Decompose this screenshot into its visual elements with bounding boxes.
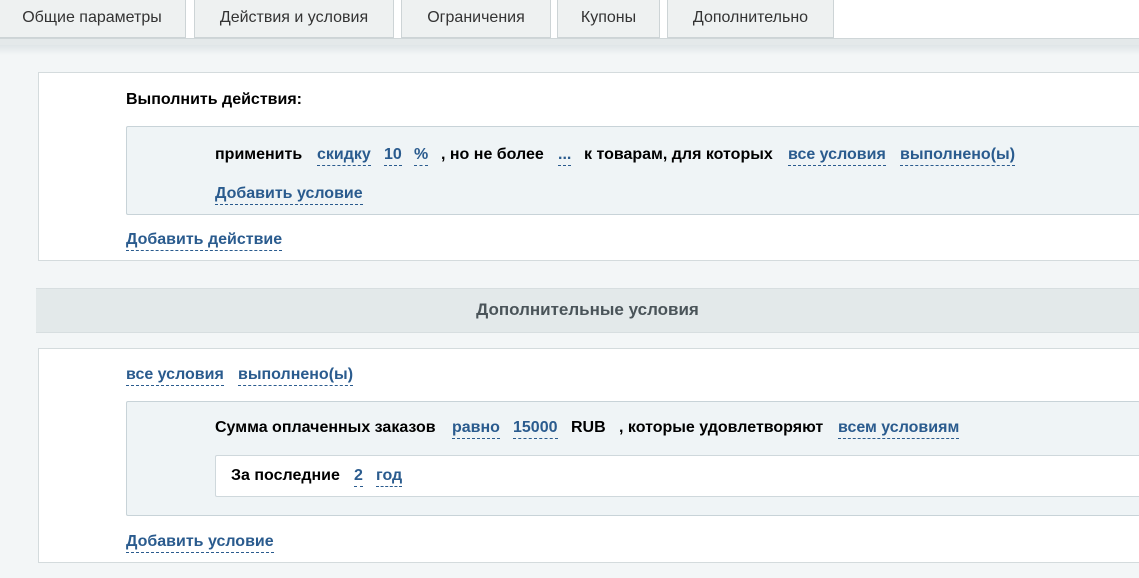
period-value-link[interactable]: 2 xyxy=(354,466,363,487)
extra-conditions-title: Дополнительные условия xyxy=(476,300,699,319)
not-more-label: , но не более xyxy=(441,146,544,163)
tab-restrictions[interactable]: Ограничения xyxy=(401,0,551,38)
tabs-shadow xyxy=(0,45,1139,55)
goods-scope-link[interactable]: все условия xyxy=(788,145,886,166)
tab-coupons-label: Купоны xyxy=(580,9,637,26)
apply-label: применить xyxy=(215,146,303,163)
action-rule-box: применить скидку 10 % , но не более ... … xyxy=(126,126,1139,215)
for-goods-label: к товарам, для которых xyxy=(584,146,773,163)
extra-state-link[interactable]: выполнено(ы) xyxy=(238,365,354,386)
tab-bar: Общие параметры Действия и условия Огран… xyxy=(0,0,1139,38)
add-condition-link[interactable]: Добавить условие xyxy=(215,184,363,205)
sum-amount-link[interactable]: 15000 xyxy=(513,418,558,439)
tab-actions-conditions-label: Действия и условия xyxy=(219,9,369,26)
actions-title: Выполнить действия: xyxy=(126,91,302,108)
extra-scope-link[interactable]: все условия xyxy=(126,365,224,386)
period-unit-link[interactable]: год xyxy=(376,466,403,487)
sum-operator-link[interactable]: равно xyxy=(452,418,500,439)
discount-type-link[interactable]: скидку xyxy=(317,145,371,166)
discount-unit-link[interactable]: % xyxy=(414,145,429,166)
tab-additional[interactable]: Дополнительно xyxy=(667,0,834,38)
extra-add-condition-link[interactable]: Добавить условие xyxy=(126,532,274,553)
tab-coupons[interactable]: Купоны xyxy=(557,0,660,38)
goods-state-link[interactable]: выполнено(ы) xyxy=(900,145,1016,166)
orders-sum-label: Сумма оплаченных заказов xyxy=(215,419,436,436)
tab-additional-label: Дополнительно xyxy=(692,9,809,26)
actions-panel: Выполнить действия: применить скидку 10 … xyxy=(38,72,1139,261)
discount-value-link[interactable]: 10 xyxy=(384,145,402,166)
orders-sum-rule-box: Сумма оплаченных заказов равно 15000 RUB… xyxy=(126,401,1139,516)
tab-general-label: Общие параметры xyxy=(22,9,162,26)
tabs-divider xyxy=(0,38,1139,45)
tab-actions-conditions[interactable]: Действия и условия xyxy=(194,0,394,38)
period-label: За последние xyxy=(231,467,340,484)
currency-label: RUB xyxy=(571,419,606,436)
max-discount-link[interactable]: ... xyxy=(558,145,572,166)
extra-conditions-header: Дополнительные условия xyxy=(36,288,1139,333)
add-action-link[interactable]: Добавить действие xyxy=(126,230,283,251)
extra-conditions-panel: все условия выполнено(ы) Сумма оплаченны… xyxy=(38,348,1139,563)
tab-restrictions-label: Ограничения xyxy=(427,9,525,26)
period-rule-box: За последние 2 год xyxy=(215,455,1139,497)
match-all-link[interactable]: всем условиям xyxy=(838,418,960,439)
tab-general[interactable]: Общие параметры xyxy=(0,0,186,38)
which-label: , которые удовлетворяют xyxy=(619,419,824,436)
